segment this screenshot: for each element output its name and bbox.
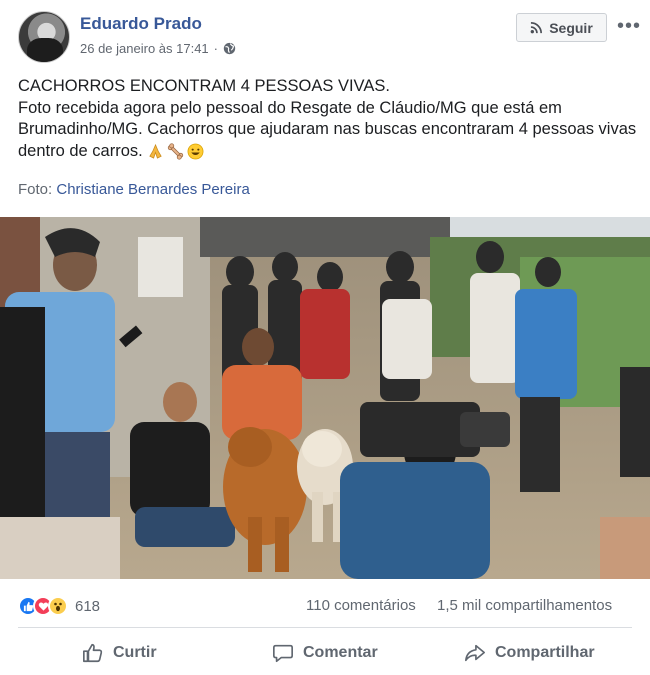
follow-label: Seguir bbox=[549, 19, 593, 36]
comment-bubble-icon bbox=[273, 644, 293, 663]
comments-count-link[interactable]: 110 comentários bbox=[306, 597, 416, 614]
meta-separator: · bbox=[213, 41, 218, 56]
grinning-face-emoji bbox=[187, 143, 204, 160]
share-button[interactable]: Compartilhar bbox=[464, 642, 595, 664]
shares-count-link[interactable]: 1,5 mil compartilhamentos bbox=[437, 597, 612, 614]
actions-divider bbox=[18, 627, 632, 628]
reaction-count: 618 bbox=[75, 597, 101, 615]
author-avatar[interactable] bbox=[18, 11, 70, 63]
share-label: Compartilhar bbox=[495, 644, 595, 661]
post-body-wrapper: Foto recebida agora pelo pessoal do Resg… bbox=[18, 98, 638, 163]
post-text: CACHORROS ENCONTRAM 4 PESSOAS VIVAS. Fot… bbox=[18, 76, 638, 162]
globe-icon[interactable] bbox=[223, 42, 236, 55]
photo-illustration bbox=[0, 217, 650, 579]
reactions-summary[interactable]: 618 bbox=[18, 596, 100, 616]
praying-hands-emoji bbox=[149, 143, 162, 159]
post-headline: CACHORROS ENCONTRAM 4 PESSOAS VIVAS. bbox=[18, 77, 390, 95]
share-arrow-icon bbox=[465, 644, 485, 662]
thumbs-up-icon bbox=[83, 643, 103, 663]
like-button[interactable]: Curtir bbox=[82, 642, 157, 664]
comment-label: Comentar bbox=[303, 644, 378, 661]
follow-button[interactable]: Seguir bbox=[516, 13, 607, 42]
facebook-post: Eduardo Prado 26 de janeiro às 17:41 · S… bbox=[0, 0, 650, 675]
author-name[interactable]: Eduardo Prado bbox=[80, 14, 202, 34]
post-body: Foto recebida agora pelo pessoal do Resg… bbox=[18, 98, 637, 160]
rss-icon bbox=[530, 22, 543, 34]
post-stats: 618 110 comentários 1,5 mil compartilham… bbox=[0, 586, 650, 622]
post-photo[interactable] bbox=[0, 217, 650, 579]
bone-emoji bbox=[167, 143, 183, 160]
post-meta: 26 de janeiro às 17:41 · bbox=[80, 41, 236, 56]
wow-reaction-icon bbox=[48, 596, 68, 616]
post-timestamp[interactable]: 26 de janeiro às 17:41 bbox=[80, 41, 209, 56]
credit-prefix: Foto: bbox=[18, 181, 53, 198]
like-label: Curtir bbox=[113, 644, 157, 661]
emoji-group bbox=[147, 143, 204, 160]
more-options-icon[interactable]: ••• bbox=[614, 12, 644, 40]
photo-credit: Foto: Christiane Bernardes Pereira bbox=[18, 181, 250, 198]
post-actions: Curtir Comentar Compartilhar bbox=[0, 633, 650, 675]
credit-name-link[interactable]: Christiane Bernardes Pereira bbox=[56, 181, 249, 198]
comment-button[interactable]: Comentar bbox=[272, 642, 378, 664]
